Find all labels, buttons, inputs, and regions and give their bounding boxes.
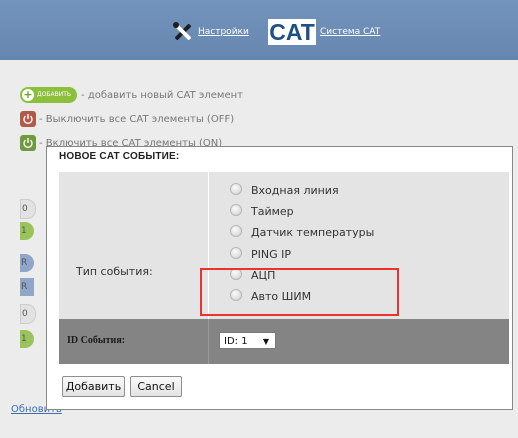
- tools-icon[interactable]: [172, 22, 194, 42]
- option-label: Таймер: [251, 205, 294, 218]
- cancel-button[interactable]: Cancel: [130, 376, 182, 397]
- list-item[interactable]: R: [20, 254, 34, 272]
- event-id-value: ID: 1: [224, 336, 248, 347]
- event-type-label: Тип события:: [76, 265, 153, 278]
- highlight-annotation-box: [200, 268, 399, 316]
- event-id-select[interactable]: ID: 1 ▼: [219, 332, 276, 349]
- settings-link[interactable]: Настройки: [198, 27, 249, 37]
- power-off-row: - Выключить все CAT элементы (OFF): [20, 111, 234, 127]
- event-type-option-timer[interactable]: Таймер: [230, 204, 294, 218]
- option-label: Входная линия: [251, 184, 339, 197]
- event-type-option-temperature-sensor[interactable]: Датчик температуры: [230, 225, 374, 239]
- column-divider: [208, 319, 209, 364]
- radio-icon[interactable]: [230, 183, 242, 195]
- radio-icon[interactable]: [230, 225, 242, 237]
- add-element-row: + ДОБАВИТЬ - добавить новый CAT элемент: [20, 87, 243, 103]
- list-item[interactable]: 1: [20, 222, 34, 240]
- event-form-table: Тип события: Входная линия Таймер Датчик…: [59, 172, 509, 364]
- add-element-button[interactable]: + ДОБАВИТЬ: [20, 87, 78, 103]
- new-event-dialog: НОВОЕ CAT СОБЫТИЕ: Тип события: Входная …: [46, 146, 513, 410]
- power-on-button[interactable]: [20, 135, 36, 151]
- plus-icon: +: [22, 87, 34, 101]
- cat-logo: CAT: [268, 19, 316, 45]
- radio-icon[interactable]: [230, 204, 242, 216]
- add-button[interactable]: Добавить: [62, 376, 125, 397]
- list-item[interactable]: 0: [20, 304, 36, 324]
- list-item[interactable]: 1: [20, 330, 34, 348]
- list-item[interactable]: R: [20, 278, 34, 296]
- add-element-description: - добавить новый CAT элемент: [81, 90, 243, 101]
- event-id-label: ID События:: [67, 335, 126, 346]
- radio-icon[interactable]: [230, 247, 242, 259]
- dialog-title: НОВОЕ CAT СОБЫТИЕ:: [59, 151, 180, 162]
- event-type-option-input-line[interactable]: Входная линия: [230, 183, 339, 197]
- power-icon: [23, 114, 33, 125]
- power-off-description: - Выключить все CAT элементы (OFF): [39, 114, 235, 125]
- top-navigation-bar: Настройки CAT Система CAT: [0, 0, 518, 60]
- chevron-down-icon: ▼: [262, 337, 269, 346]
- power-icon: [23, 138, 33, 149]
- add-button-label: ДОБАВИТЬ: [37, 91, 72, 98]
- event-id-row: ID События: ID: 1 ▼: [59, 319, 509, 364]
- option-label: PING IP: [251, 248, 292, 261]
- system-cat-link[interactable]: Система CAT: [320, 27, 380, 37]
- event-type-option-ping-ip[interactable]: PING IP: [230, 247, 291, 261]
- option-label: Датчик температуры: [251, 226, 375, 239]
- power-off-button[interactable]: [20, 111, 36, 127]
- list-item[interactable]: 0: [20, 199, 36, 219]
